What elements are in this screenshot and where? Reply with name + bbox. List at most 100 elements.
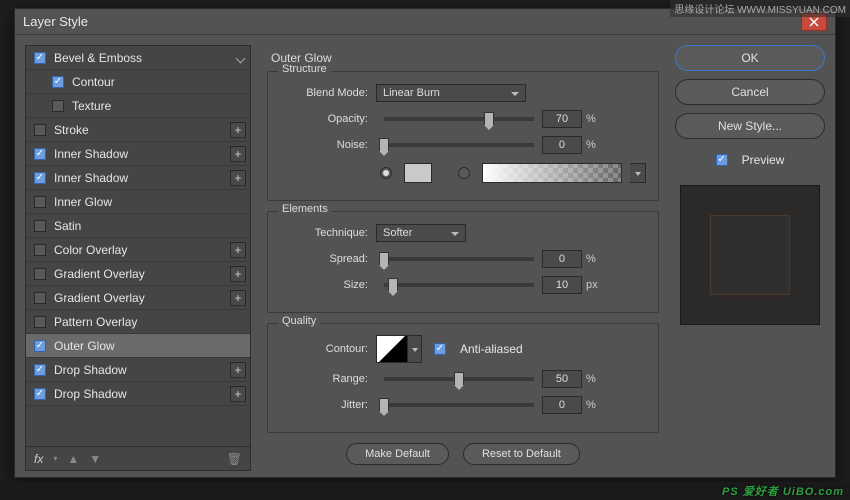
effect-drop-shadow-2[interactable]: Drop Shadow + (26, 382, 250, 406)
effect-satin[interactable]: Satin (26, 214, 250, 238)
opacity-slider[interactable] (384, 117, 534, 121)
effect-label: Contour (72, 75, 115, 89)
checkbox-inner-glow[interactable] (34, 196, 46, 208)
effect-pattern-overlay[interactable]: Pattern Overlay (26, 310, 250, 334)
blend-mode-combo[interactable]: Linear Burn (376, 84, 526, 102)
antialiased-option[interactable]: Anti-aliased (434, 342, 523, 356)
jitter-label: Jitter (280, 399, 376, 411)
add-gradient-overlay-button[interactable]: + (230, 266, 246, 282)
antialiased-checkbox[interactable] (434, 343, 446, 355)
effect-inner-glow[interactable]: Inner Glow (26, 190, 250, 214)
checkbox-gradient-overlay-1[interactable] (34, 268, 46, 280)
opacity-row: Opacity 70 % (280, 108, 646, 130)
technique-combo[interactable]: Softer (376, 224, 466, 242)
effect-gradient-overlay-2[interactable]: Gradient Overlay + (26, 286, 250, 310)
effect-contour[interactable]: Contour (26, 70, 250, 94)
contour-dropdown[interactable] (408, 335, 422, 363)
effect-inner-shadow-1[interactable]: Inner Shadow + (26, 142, 250, 166)
elements-title: Elements (278, 203, 332, 215)
add-color-overlay-button[interactable]: + (230, 242, 246, 258)
checkbox-gradient-overlay-2[interactable] (34, 292, 46, 304)
checkbox-contour[interactable] (52, 76, 64, 88)
cancel-button[interactable]: Cancel (675, 79, 825, 105)
add-drop-shadow-button[interactable]: + (230, 362, 246, 378)
new-style-button[interactable]: New Style... (675, 113, 825, 139)
gradient-radio[interactable] (458, 167, 470, 179)
effect-label: Drop Shadow (54, 363, 127, 377)
effect-label: Texture (72, 99, 111, 113)
effects-footer: fx ▾ ▲ ▼ 🗑 (25, 447, 251, 471)
effect-gradient-overlay-1[interactable]: Gradient Overlay + (26, 262, 250, 286)
checkbox-pattern-overlay[interactable] (34, 316, 46, 328)
size-unit: px (582, 279, 606, 291)
checkbox-color-overlay[interactable] (34, 244, 46, 256)
watermark-bottom: PS 爱好者 UiBO.com (0, 482, 850, 500)
noise-slider[interactable] (384, 143, 534, 147)
dialog-title: Layer Style (23, 14, 88, 29)
effect-stroke[interactable]: Stroke + (26, 118, 250, 142)
effect-bevel-emboss[interactable]: Bevel & Emboss (26, 46, 250, 70)
checkbox-bevel[interactable] (34, 52, 46, 64)
spread-unit: % (582, 253, 606, 265)
range-slider[interactable] (384, 377, 534, 381)
checkbox-texture[interactable] (52, 100, 64, 112)
quality-title: Quality (278, 315, 320, 327)
spread-value[interactable]: 0 (542, 250, 582, 268)
structure-group: Structure Blend Mode Linear Burn Opacity… (267, 71, 659, 201)
preview-label: Preview (742, 153, 785, 167)
fx-menu[interactable]: fx (34, 452, 43, 466)
checkbox-inner-shadow-1[interactable] (34, 148, 46, 160)
defaults-row: Make Default Reset to Default (267, 443, 659, 465)
size-value[interactable]: 10 (542, 276, 582, 294)
add-gradient-overlay-button-2[interactable]: + (230, 290, 246, 306)
spread-slider[interactable] (384, 257, 534, 261)
make-default-button[interactable]: Make Default (346, 443, 449, 465)
gradient-picker[interactable] (482, 163, 622, 183)
add-inner-shadow-button[interactable]: + (230, 146, 246, 162)
contour-picker[interactable] (376, 335, 408, 363)
effects-list: Bevel & Emboss Contour Texture Stroke + (25, 45, 251, 447)
effect-inner-shadow-2[interactable]: Inner Shadow + (26, 166, 250, 190)
structure-title: Structure (278, 63, 331, 75)
effect-label: Gradient Overlay (54, 291, 145, 305)
noise-row: Noise 0 % (280, 134, 646, 156)
preview-checkbox[interactable] (716, 154, 728, 166)
size-slider[interactable] (384, 283, 534, 287)
ok-button[interactable]: OK (675, 45, 825, 71)
checkbox-outer-glow[interactable] (34, 340, 46, 352)
jitter-slider[interactable] (384, 403, 534, 407)
checkbox-drop-shadow-2[interactable] (34, 388, 46, 400)
range-value[interactable]: 50 (542, 370, 582, 388)
add-stroke-button[interactable]: + (230, 122, 246, 138)
close-icon (809, 17, 819, 27)
effect-texture[interactable]: Texture (26, 94, 250, 118)
opacity-value[interactable]: 70 (542, 110, 582, 128)
effect-color-overlay[interactable]: Color Overlay + (26, 238, 250, 262)
jitter-value[interactable]: 0 (542, 396, 582, 414)
glow-color-row (380, 160, 646, 186)
effect-label: Inner Glow (54, 195, 112, 209)
spread-row: Spread 0 % (280, 248, 646, 270)
checkbox-satin[interactable] (34, 220, 46, 232)
preview-option[interactable]: Preview (675, 153, 825, 167)
checkbox-stroke[interactable] (34, 124, 46, 136)
checkbox-drop-shadow-1[interactable] (34, 364, 46, 376)
reset-default-button[interactable]: Reset to Default (463, 443, 580, 465)
add-drop-shadow-button-2[interactable]: + (230, 386, 246, 402)
checkbox-inner-shadow-2[interactable] (34, 172, 46, 184)
effect-drop-shadow-1[interactable]: Drop Shadow + (26, 358, 250, 382)
noise-value[interactable]: 0 (542, 136, 582, 154)
opacity-unit: % (582, 113, 606, 125)
gradient-dropdown[interactable] (630, 163, 646, 183)
move-up-button[interactable]: ▲ (67, 452, 79, 466)
solid-color-radio[interactable] (380, 167, 392, 179)
effect-outer-glow[interactable]: Outer Glow (26, 334, 250, 358)
jitter-unit: % (582, 399, 606, 411)
delete-effect-button[interactable]: 🗑 (227, 452, 242, 466)
add-inner-shadow-button-2[interactable]: + (230, 170, 246, 186)
color-swatch[interactable] (404, 163, 432, 183)
move-down-button[interactable]: ▼ (89, 452, 101, 466)
technique-label: Technique (280, 227, 376, 239)
jitter-row: Jitter 0 % (280, 394, 646, 416)
preview-thumbnail (680, 185, 820, 325)
